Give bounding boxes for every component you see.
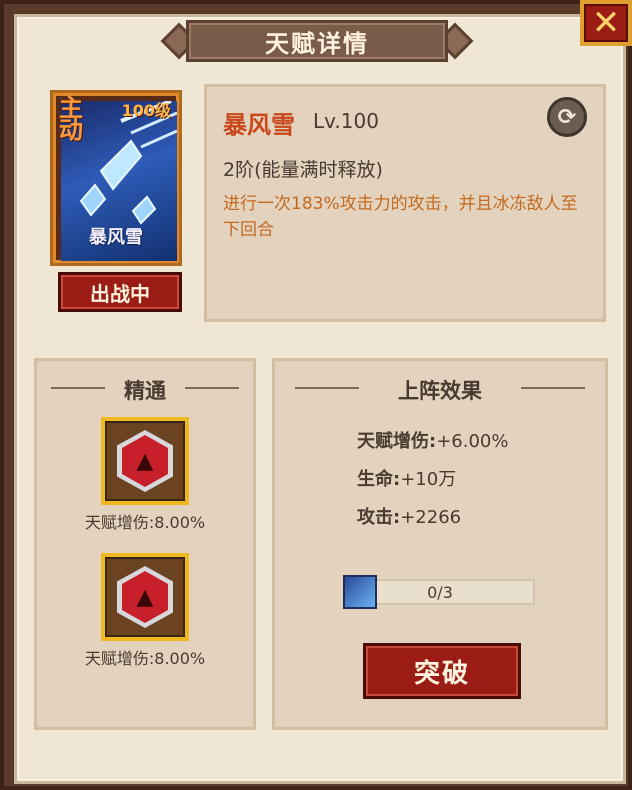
deploy-status-button[interactable]: 出战中 (58, 272, 182, 312)
skill-level: Lv.100 (313, 109, 379, 133)
skill-card[interactable]: 主动 100级 暴风雪 (50, 90, 182, 266)
mastery-heading: 精通 (124, 379, 166, 403)
mastery-label: 天赋增伤:8.00% (84, 649, 206, 668)
mastery-label: 天赋增伤:8.00% (84, 513, 206, 532)
flame-hexagon-icon: ▲ (117, 566, 173, 628)
mastery-icon-frame[interactable]: ▲ (101, 553, 189, 641)
close-icon: ✕ (591, 3, 621, 43)
stat-row-hp: 生命:+10万 (357, 469, 457, 490)
refresh-button[interactable]: ⟳ (547, 97, 587, 137)
skill-type-label: 主动 (59, 94, 83, 144)
mastery-panel: 精通 ▲ 天赋增伤:8.00% ▲ 天赋增伤:8.00% (34, 358, 256, 730)
skill-info-panel: 暴风雪 Lv.100 ⟳ 2阶(能量满时释放) 进行一次183%攻击力的攻击，并… (204, 84, 606, 322)
effect-heading: 上阵效果 (398, 379, 482, 403)
skill-stage: 2阶(能量满时释放) (223, 159, 383, 181)
flame-hexagon-icon: ▲ (117, 430, 173, 492)
refresh-icon: ⟳ (557, 104, 577, 130)
title-banner: 天赋详情 (186, 20, 448, 62)
stat-row-attack: 攻击:+2266 (357, 507, 462, 528)
page-title: 天赋详情 (265, 29, 369, 58)
skill-card-level: 100级 (121, 101, 171, 120)
progress-text: 0/3 (427, 583, 453, 602)
deploy-effect-panel: 上阵效果 天赋增伤:+6.00% 生命:+10万 攻击:+2266 0/3 突破 (272, 358, 608, 730)
skill-description: 进行一次183%攻击力的攻击，并且冰冻敌人至下回合 (223, 194, 578, 240)
skill-card-name: 暴风雪 (89, 227, 143, 248)
skill-name: 暴风雪 (223, 111, 295, 139)
close-button[interactable]: ✕ (580, 0, 632, 46)
stat-row-talent-damage: 天赋增伤:+6.00% (357, 431, 509, 452)
breakthrough-progress-bar: 0/3 (343, 575, 535, 609)
breakthrough-button[interactable]: 突破 (363, 643, 521, 699)
mastery-icon-frame[interactable]: ▲ (101, 417, 189, 505)
